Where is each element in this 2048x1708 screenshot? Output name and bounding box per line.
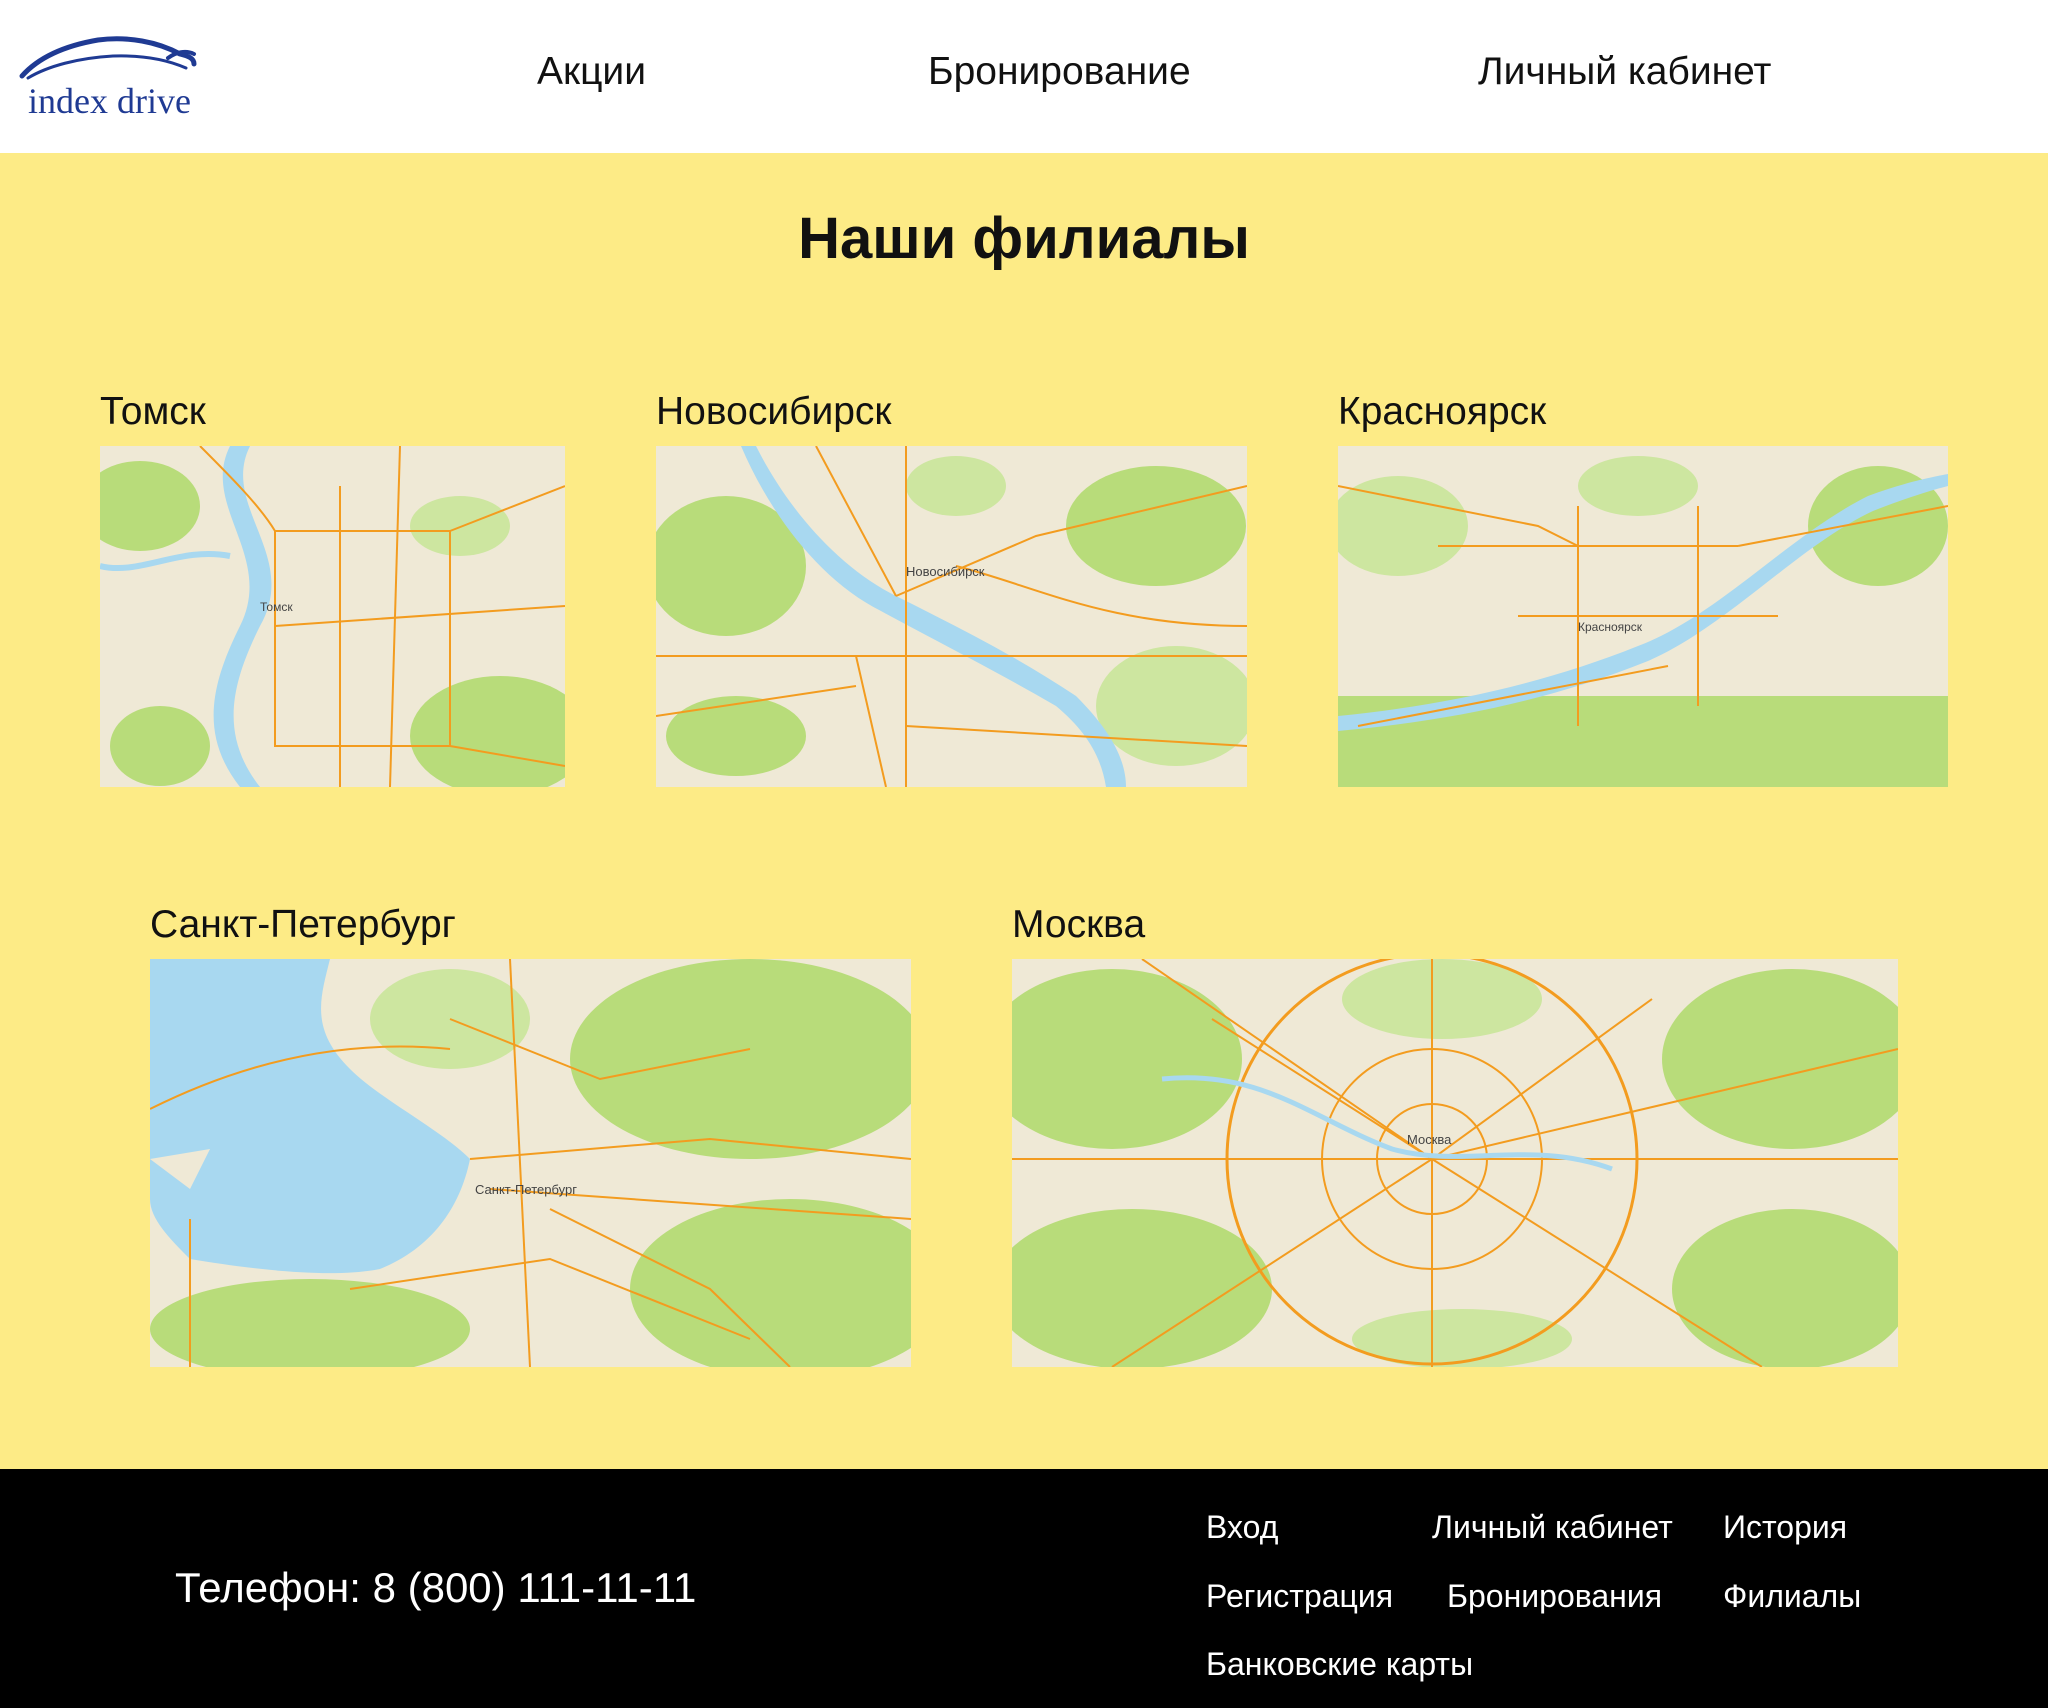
city-name: Москва — [1012, 903, 1146, 946]
map-image: Москва — [1012, 959, 1898, 1367]
footer-link-history[interactable]: История — [1723, 1509, 1847, 1546]
city-name: Новосибирск — [656, 390, 892, 433]
footer-link-bookings[interactable]: Бронирования — [1447, 1578, 1662, 1615]
footer-link-registration[interactable]: Регистрация — [1206, 1578, 1393, 1615]
map-image: Томск — [100, 446, 565, 787]
map-spb[interactable]: Санкт-Петербург — [150, 959, 911, 1367]
branches-section: Наши филиалы Томск Томск Новосибирск Нов… — [0, 153, 2048, 1469]
map-city-label: Москва — [1407, 1132, 1452, 1147]
footer-link-login[interactable]: Вход — [1206, 1509, 1278, 1546]
site-header: index drive Акции Бронирование Личный ка… — [0, 0, 2048, 153]
site-footer: Телефон: 8 (800) 111-11-11 Вход Личный к… — [0, 1469, 2048, 1708]
map-moscow[interactable]: Москва — [1012, 959, 1898, 1367]
map-image: Санкт-Петербург — [150, 959, 911, 1367]
map-city-label: Красноярск — [1578, 620, 1643, 634]
logo[interactable]: index drive — [18, 28, 198, 128]
city-name: Санкт-Петербург — [150, 903, 456, 946]
page-title: Наши филиалы — [798, 206, 1250, 271]
logo-text: index drive — [28, 81, 191, 121]
map-image: Красноярск — [1338, 446, 1948, 787]
city-name: Красноярск — [1338, 390, 1547, 433]
map-krasnoyarsk[interactable]: Красноярск — [1338, 446, 1948, 787]
map-city-label: Томск — [260, 600, 293, 614]
nav-account[interactable]: Личный кабинет — [1478, 50, 1771, 94]
footer-link-bank-cards[interactable]: Банковские карты — [1206, 1646, 1473, 1683]
map-image: Новосибирск — [656, 446, 1247, 787]
nav-promotions[interactable]: Акции — [537, 50, 646, 94]
nav-booking[interactable]: Бронирование — [928, 50, 1191, 94]
city-name: Томск — [100, 390, 206, 433]
footer-link-account[interactable]: Личный кабинет — [1432, 1509, 1673, 1546]
map-city-label: Санкт-Петербург — [475, 1182, 577, 1197]
footer-link-branches[interactable]: Филиалы — [1723, 1578, 1861, 1615]
map-novosibirsk[interactable]: Новосибирск — [656, 446, 1247, 787]
map-city-label: Новосибирск — [906, 564, 985, 579]
footer-phone: Телефон: 8 (800) 111-11-11 — [175, 1564, 697, 1611]
map-tomsk[interactable]: Томск — [100, 446, 565, 787]
car-logo-icon — [19, 36, 197, 80]
